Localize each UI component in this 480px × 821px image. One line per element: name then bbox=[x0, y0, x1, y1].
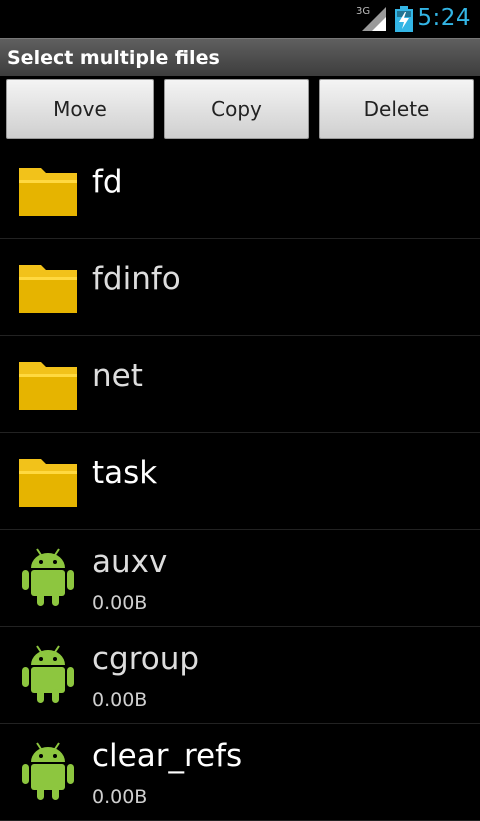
folder-icon bbox=[19, 265, 77, 313]
action-toolbar: Move Copy Delete bbox=[0, 76, 480, 142]
item-name: cgroup bbox=[92, 641, 200, 677]
item-name: task bbox=[92, 455, 158, 491]
signal-icon bbox=[362, 7, 386, 31]
copy-button[interactable]: Copy bbox=[164, 79, 309, 139]
android-icon bbox=[22, 548, 74, 606]
folder-icon bbox=[19, 168, 77, 216]
delete-button[interactable]: Delete bbox=[319, 79, 474, 139]
item-name: fdinfo bbox=[92, 261, 181, 297]
android-icon bbox=[22, 645, 74, 703]
item-name: net bbox=[92, 358, 143, 394]
list-item[interactable]: fdinfo bbox=[0, 239, 480, 336]
item-name: clear_refs bbox=[92, 738, 243, 774]
item-name: auxv bbox=[92, 544, 168, 580]
item-size: 0.00B bbox=[92, 592, 148, 614]
item-size: 0.00B bbox=[92, 689, 148, 711]
title-bar: Select multiple files bbox=[0, 38, 480, 76]
status-bar: 3G 5:24 bbox=[0, 0, 480, 38]
page-title: Select multiple files bbox=[7, 47, 220, 69]
clock: 5:24 bbox=[417, 5, 471, 31]
item-name: fd bbox=[92, 164, 123, 200]
list-item[interactable]: task bbox=[0, 433, 480, 530]
folder-icon bbox=[19, 459, 77, 507]
battery-charging-icon bbox=[395, 6, 413, 32]
move-button[interactable]: Move bbox=[6, 79, 154, 139]
list-item[interactable]: auxv 0.00B bbox=[0, 530, 480, 627]
folder-icon bbox=[19, 362, 77, 410]
item-size: 0.00B bbox=[92, 786, 148, 808]
file-list: fd fdinfo net task auxv 0.00B cgroup 0.0… bbox=[0, 142, 480, 821]
android-icon bbox=[22, 742, 74, 800]
list-item[interactable]: clear_refs 0.00B bbox=[0, 724, 480, 821]
list-item[interactable]: cgroup 0.00B bbox=[0, 627, 480, 724]
list-item[interactable]: net bbox=[0, 336, 480, 433]
list-item[interactable]: fd bbox=[0, 142, 480, 239]
